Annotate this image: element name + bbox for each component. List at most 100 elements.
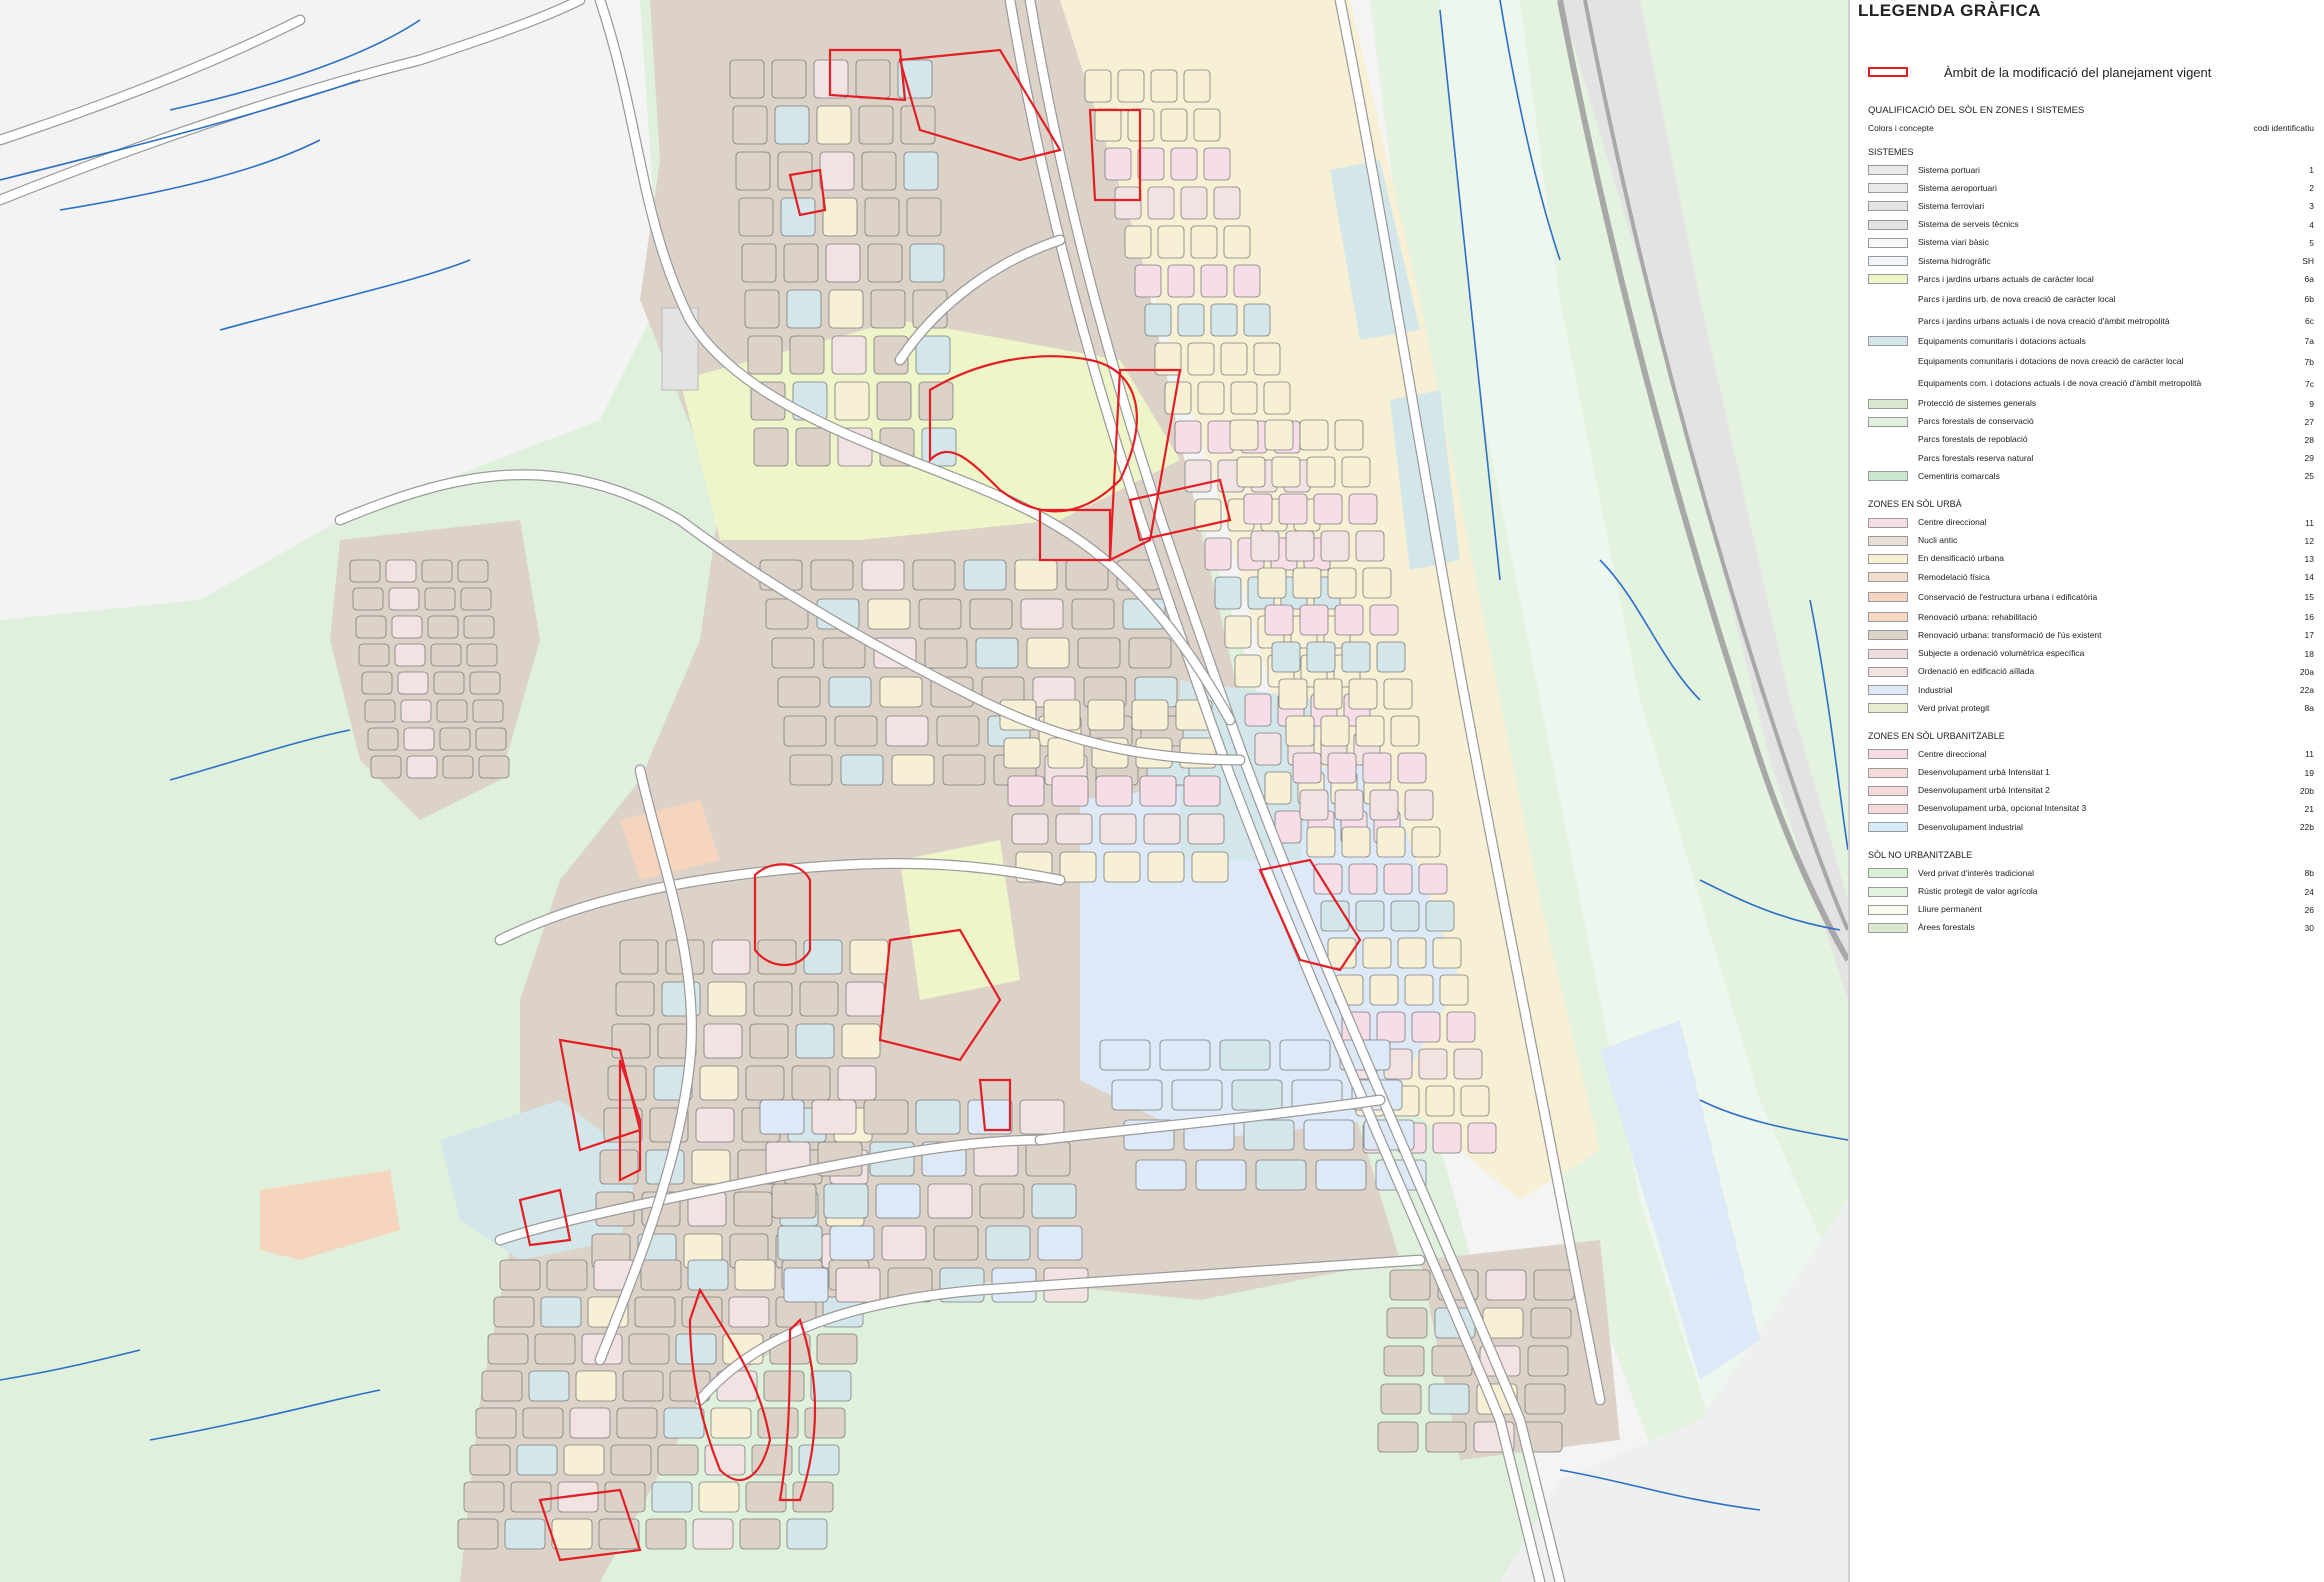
legend-item: Equipaments comunitaris i dotacions actu… bbox=[1868, 332, 2314, 350]
legend-item-code: 13 bbox=[2304, 553, 2314, 564]
urban-block bbox=[1174, 420, 1202, 454]
urban-block bbox=[858, 105, 894, 145]
urban-block bbox=[640, 1259, 682, 1291]
urban-block bbox=[1114, 186, 1142, 220]
urban-block bbox=[427, 615, 459, 639]
urban-block bbox=[575, 1370, 617, 1402]
urban-block bbox=[394, 643, 426, 667]
legend-item-code: 14 bbox=[2304, 572, 2314, 583]
urban-block bbox=[1264, 419, 1294, 451]
ambit-label: Àmbit de la modificació del planejament … bbox=[1944, 64, 2212, 80]
urban-block bbox=[825, 243, 861, 283]
urban-block bbox=[1244, 693, 1272, 727]
urban-block bbox=[792, 1481, 834, 1513]
legend-item: Desenvolupament urbà Intensitat 2 20b bbox=[1868, 782, 2314, 800]
urban-block bbox=[1255, 1159, 1307, 1191]
urban-block bbox=[810, 1370, 852, 1402]
urban-block bbox=[1376, 1011, 1406, 1043]
urban-block bbox=[1485, 1269, 1527, 1301]
urban-block bbox=[729, 59, 765, 99]
urban-block bbox=[1362, 937, 1392, 969]
zone-polygons bbox=[0, 0, 1848, 1582]
legend-item-label: Parcs i jardins urbans actuals de caràct… bbox=[1918, 273, 2094, 284]
urban-block bbox=[463, 1481, 505, 1513]
urban-block bbox=[692, 1518, 734, 1550]
urban-block bbox=[563, 1444, 605, 1476]
urban-block bbox=[985, 1225, 1031, 1261]
legend-item: Sistema aeroportuari 2 bbox=[1868, 179, 2314, 197]
urban-block bbox=[906, 197, 942, 237]
urban-block bbox=[710, 1407, 752, 1439]
legend-swatch bbox=[1868, 398, 1908, 409]
urban-block bbox=[1390, 900, 1420, 932]
urban-block bbox=[1026, 637, 1070, 669]
urban-block bbox=[469, 671, 501, 695]
urban-block bbox=[744, 289, 780, 329]
urban-block bbox=[1229, 419, 1259, 451]
urban-block bbox=[1411, 1011, 1441, 1043]
legend-item-code: 20b bbox=[2299, 785, 2314, 796]
legend-item-code: 27 bbox=[2304, 416, 2314, 427]
urban-block bbox=[1257, 567, 1287, 599]
urban-block bbox=[1250, 530, 1280, 562]
urban-block bbox=[478, 755, 510, 779]
legend-item-label: Lliure permanent bbox=[1918, 904, 1982, 915]
legend-item-code: 16 bbox=[2304, 612, 2314, 623]
urban-block bbox=[475, 1407, 517, 1439]
urban-block bbox=[936, 715, 980, 747]
legend-item-label: Parcs i jardins urb. de nova creació de … bbox=[1918, 293, 2116, 304]
legend-item-label: Desenvolupament industrial bbox=[1918, 821, 2023, 832]
legend-swatch bbox=[1868, 183, 1908, 194]
zoning-map[interactable] bbox=[0, 0, 1848, 1582]
urban-block bbox=[861, 151, 897, 191]
urban-block bbox=[1243, 493, 1273, 525]
urban-block bbox=[1334, 604, 1364, 636]
urban-block bbox=[1128, 637, 1172, 669]
urban-block bbox=[783, 715, 827, 747]
urban-block bbox=[522, 1407, 564, 1439]
urban-block bbox=[835, 1267, 881, 1303]
urban-block bbox=[1159, 1039, 1211, 1071]
urban-block bbox=[816, 105, 852, 145]
urban-block bbox=[849, 939, 889, 975]
urban-block bbox=[1087, 699, 1125, 731]
urban-block bbox=[1432, 1122, 1462, 1154]
urban-block bbox=[1203, 147, 1231, 181]
urban-block bbox=[1233, 264, 1261, 298]
urban-block bbox=[1369, 604, 1399, 636]
legend-item-code: 8b bbox=[2304, 868, 2314, 879]
urban-block bbox=[619, 939, 659, 975]
urban-block bbox=[424, 587, 456, 611]
legend-item: Sistema hidrogràfic SH bbox=[1868, 252, 2314, 270]
urban-block bbox=[1007, 775, 1045, 807]
legend-swatch bbox=[1868, 316, 1908, 326]
urban-block bbox=[1059, 851, 1097, 883]
urban-block bbox=[1003, 737, 1041, 769]
legend-item-label: Protecció de sistemes generals bbox=[1918, 398, 2037, 409]
urban-block bbox=[1271, 456, 1301, 488]
legend-item: Subjecte a ordenació volumètrica específ… bbox=[1868, 645, 2314, 663]
legend-item: Nucli antic 12 bbox=[1868, 532, 2314, 550]
legend-item-label: Verd privat protegit bbox=[1918, 702, 1990, 713]
urban-block bbox=[1404, 974, 1434, 1006]
legend-item: Industrial 22a bbox=[1868, 681, 2314, 699]
urban-block bbox=[1380, 1383, 1422, 1415]
urban-block bbox=[786, 289, 822, 329]
urban-block bbox=[1285, 530, 1315, 562]
urban-block bbox=[816, 1333, 858, 1365]
urban-block bbox=[834, 381, 870, 421]
urban-block bbox=[1348, 493, 1378, 525]
legend-item: Parcs i jardins urb. de nova creació de … bbox=[1868, 288, 2314, 310]
urban-block bbox=[1320, 530, 1350, 562]
legend-item-label: Renovació urbana: transformació de l'ús … bbox=[1918, 629, 2102, 640]
urban-block bbox=[1355, 715, 1385, 747]
urban-block bbox=[370, 755, 402, 779]
urban-block bbox=[975, 637, 1019, 669]
urban-block bbox=[1243, 1119, 1295, 1151]
legend-item-label: Parcs i jardins urbans actuals i de nova… bbox=[1918, 315, 2170, 326]
urban-block bbox=[1306, 456, 1336, 488]
legend-item-label: Sistema aeroportuari bbox=[1918, 182, 1997, 193]
urban-block bbox=[436, 699, 468, 723]
urban-block bbox=[1135, 1159, 1187, 1191]
legend-swatch bbox=[1868, 416, 1908, 427]
